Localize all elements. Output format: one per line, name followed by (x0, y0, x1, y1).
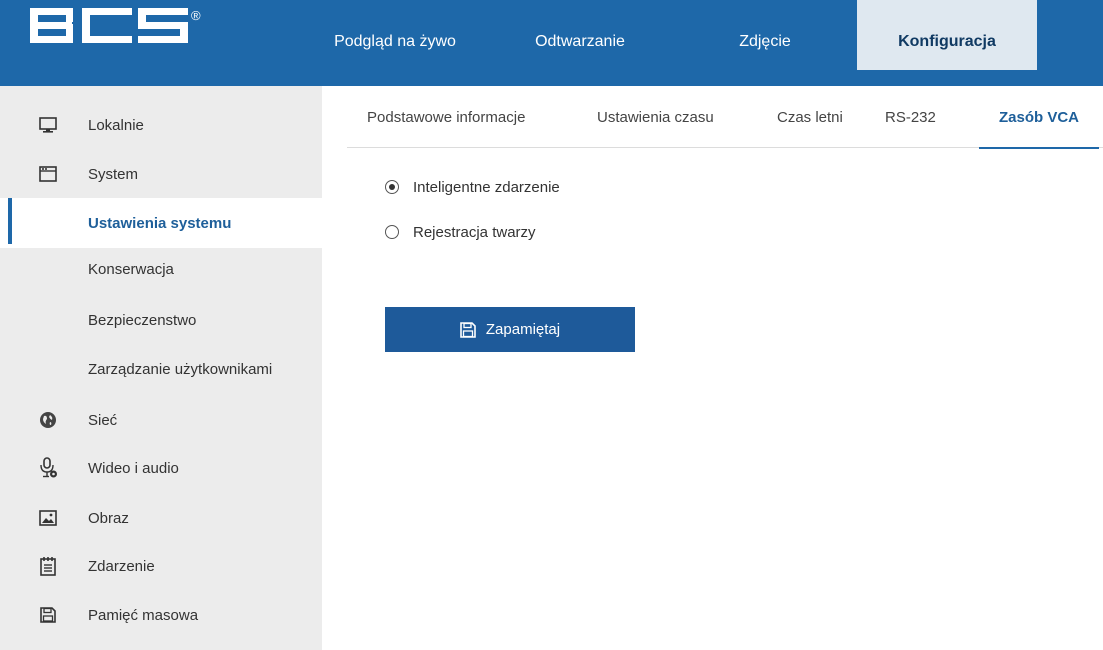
window-icon (38, 164, 58, 184)
nav-configuration[interactable]: Konfiguracja (857, 0, 1037, 70)
floppy-disk-icon (460, 321, 476, 338)
sidebar: Lokalnie System Ustawienia systemu Konse… (0, 86, 322, 650)
svg-text:®: ® (191, 8, 201, 23)
sidebar-item-network[interactable]: Sieć (0, 397, 322, 443)
tab-time-settings[interactable]: Ustawienia czasu (597, 86, 714, 148)
nav-picture[interactable]: Zdjęcie (700, 0, 830, 86)
sidebar-item-label: Ustawienia systemu (88, 214, 232, 232)
bcs-logo: ® (30, 8, 201, 43)
config-tabs: Podstawowe informacje Ustawienia czasu C… (347, 86, 1103, 149)
radio-label: Rejestracja twarzy (413, 223, 536, 241)
tab-basic-info[interactable]: Podstawowe informacje (367, 86, 525, 148)
tab-rs232[interactable]: RS-232 (885, 86, 936, 148)
top-header: ® Podgląd na żywo Odtwarzanie Zdjęcie Ko… (0, 0, 1103, 86)
sidebar-item-label: Zarządzanie użytkownikami (88, 360, 273, 378)
sidebar-item-local[interactable]: Lokalnie (0, 102, 322, 148)
calendar-icon (38, 556, 58, 576)
sidebar-item-label: Obraz (88, 509, 129, 527)
sidebar-item-user-management[interactable]: Zarządzanie użytkownikami (0, 346, 322, 392)
sidebar-item-storage[interactable]: Pamięć masowa (0, 592, 322, 638)
tab-dst[interactable]: Czas letni (777, 86, 843, 148)
storage-icon (38, 605, 58, 625)
sidebar-item-label: Bezpieczenstwo (88, 311, 197, 329)
sidebar-item-label: Pamięć masowa (88, 606, 199, 624)
radio-button[interactable] (385, 225, 399, 239)
nav-live-view[interactable]: Podgląd na żywo (305, 0, 485, 86)
save-button[interactable]: Zapamiętaj (385, 307, 635, 352)
radio-button-checked[interactable] (385, 180, 399, 194)
sidebar-item-label: Wideo i audio (88, 459, 179, 477)
image-icon (38, 508, 58, 528)
sidebar-item-label: Konserwacja (88, 260, 174, 278)
sidebar-item-label: Sieć (88, 411, 118, 429)
sidebar-item-security[interactable]: Bezpieczenstwo (0, 297, 322, 343)
sidebar-item-label: Lokalnie (88, 116, 144, 134)
radio-option-face-capture[interactable]: Rejestracja twarzy (385, 220, 536, 244)
sidebar-item-system-settings[interactable]: Ustawienia systemu (0, 198, 322, 248)
nav-playback[interactable]: Odtwarzanie (505, 0, 655, 86)
sidebar-item-maintenance[interactable]: Konserwacja (0, 246, 322, 292)
radio-label: Inteligentne zdarzenie (413, 178, 560, 196)
monitor-icon (38, 115, 58, 135)
microphone-icon (38, 457, 58, 478)
sidebar-item-video-audio[interactable]: Wideo i audio (0, 445, 322, 491)
sidebar-item-image[interactable]: Obraz (0, 495, 322, 541)
globe-icon (38, 410, 58, 430)
sidebar-item-system[interactable]: System (0, 151, 322, 197)
sidebar-item-label: Zdarzenie (88, 557, 155, 575)
radio-option-smart-event[interactable]: Inteligentne zdarzenie (385, 175, 560, 199)
save-button-label: Zapamiętaj (485, 321, 561, 338)
sidebar-item-event[interactable]: Zdarzenie (0, 543, 322, 589)
sidebar-item-label: System (88, 165, 139, 183)
tab-vca-resource[interactable]: Zasób VCA (978, 86, 1100, 149)
